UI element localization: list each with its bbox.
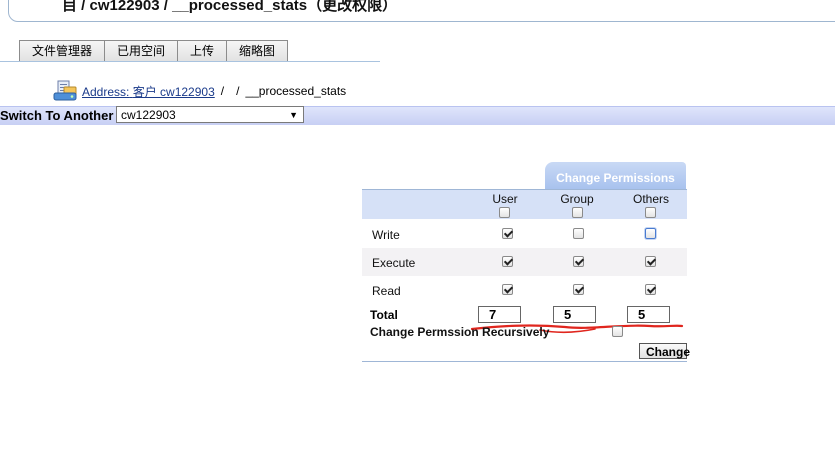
permission-row-read [362,276,687,304]
row-label-read: Read [372,284,401,298]
row-label-execute: Execute [372,256,416,270]
tab-thumbnails[interactable]: 缩略图 [226,40,289,61]
tab-upload[interactable]: 上传 [177,40,228,61]
execute-others-checkbox[interactable] [645,256,656,267]
write-others-checkbox[interactable] [645,228,656,239]
read-user-checkbox[interactable] [502,284,513,295]
address-link[interactable]: Address: 客户 cw122903 [82,83,215,100]
permission-row-write [362,220,687,248]
select-all-user-checkbox[interactable] [499,207,510,218]
select-all-group-checkbox[interactable] [572,207,583,218]
column-group: Group [560,192,594,206]
read-group-checkbox[interactable] [573,284,584,295]
permissions-bottom-border [362,361,687,362]
address-owner: 客户 cw122903 [132,84,215,99]
write-group-checkbox[interactable] [573,228,584,239]
write-user-checkbox[interactable] [502,228,513,239]
breadcrumb-separator: / [220,84,225,98]
breadcrumb: Address: 客户 cw122903 / / __processed_sta… [52,80,346,102]
read-others-checkbox[interactable] [645,284,656,295]
address-label: Address: [82,84,130,99]
row-label-write: Write [372,228,400,242]
tab-bar: 文件管理器 已用空间 上传 缩略图 [19,40,289,61]
tab-underline [0,61,380,62]
tab-file-manager[interactable]: 文件管理器 [19,40,106,61]
recursive-label: Change Permssion Recursively [370,325,550,339]
breadcrumb-current: __processed_stats [245,84,347,98]
total-label: Total [370,308,398,322]
breadcrumb-separator-2: / [236,84,240,98]
select-all-others-checkbox[interactable] [645,207,656,218]
account-select[interactable]: cw122903 ▼ [116,106,304,123]
tab-used-space[interactable]: 已用空间 [104,40,179,61]
page-title: 目 / cw122903 / __processed_stats（更改权限） [62,0,398,14]
chevron-down-icon: ▼ [289,110,298,120]
change-button[interactable]: Change [639,343,690,359]
account-select-value: cw122903 [121,108,176,122]
folder-network-icon [52,79,80,103]
change-permissions-tab: Change Permissions [545,162,686,189]
recursive-checkbox[interactable] [612,326,623,337]
column-user: User [492,192,518,206]
column-others: Others [632,192,669,206]
execute-user-checkbox[interactable] [502,256,513,267]
execute-group-checkbox[interactable] [573,256,584,267]
switch-label: Switch To Another [0,108,114,123]
